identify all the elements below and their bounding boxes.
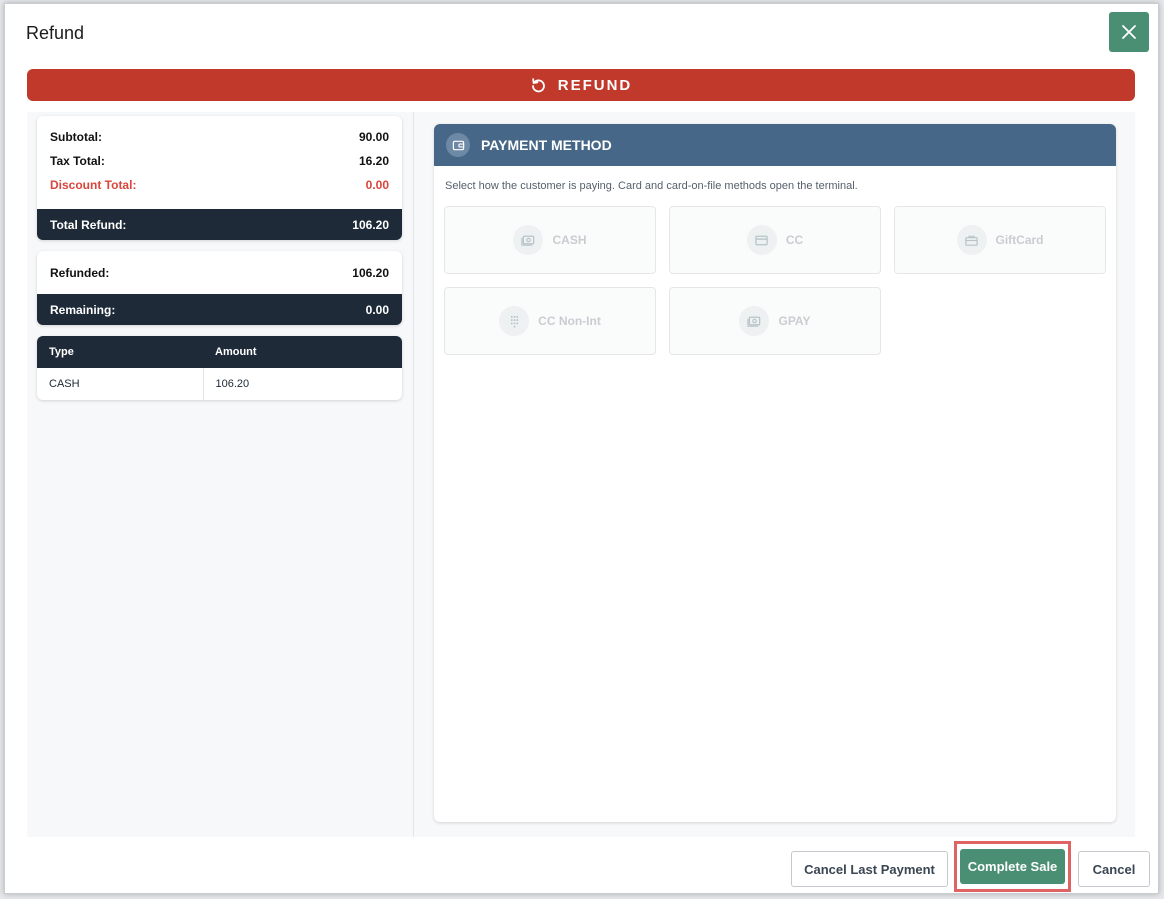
method-giftcard-button[interactable]: GiftCard — [894, 206, 1106, 274]
payment-method-hint: Select how the customer is paying. Card … — [445, 180, 858, 192]
payment-method-panel: PAYMENT METHOD Select how the customer i… — [434, 124, 1116, 822]
method-cc-non-int-label: CC Non-Int — [538, 314, 601, 328]
gift-card-icon — [965, 235, 978, 246]
method-cash-label: CASH — [552, 233, 587, 247]
payments-table-card: Type Amount CASH 106.20 — [37, 336, 402, 400]
refunded-label: Refunded: — [50, 265, 110, 280]
totals-card: Subtotal: 90.00 Tax Total: 16.20 Discoun… — [37, 116, 402, 240]
total-refund-value: 106.20 — [352, 217, 389, 232]
payments-table: Type Amount CASH 106.20 — [37, 336, 402, 400]
table-row[interactable]: CASH 106.20 — [37, 368, 402, 400]
total-refund-label: Total Refund: — [50, 217, 127, 232]
refunded-value: 106.20 — [352, 265, 389, 280]
credit-card-icon — [755, 235, 769, 245]
payment-method-title: PAYMENT METHOD — [481, 137, 612, 153]
discount-total-value: 0.00 — [365, 178, 389, 192]
payment-method-header: PAYMENT METHOD — [434, 124, 1116, 166]
discount-total-label: Discount Total: — [50, 178, 137, 192]
refund-banner-label: REFUND — [557, 76, 633, 94]
column-header-type: Type — [37, 336, 203, 368]
method-giftcard-label: GiftCard — [995, 233, 1044, 247]
subtotal-value: 90.00 — [358, 130, 389, 144]
method-cc-button[interactable]: CC — [669, 206, 881, 274]
subtotal-label: Subtotal: — [50, 130, 102, 144]
payment-amount-cell: 106.20 — [215, 378, 250, 390]
remaining-value: 0.00 — [365, 302, 389, 317]
remaining-row: Remaining: 0.00 — [37, 294, 402, 325]
modal-body: Subtotal: 90.00 Tax Total: 16.20 Discoun… — [27, 112, 1135, 837]
complete-sale-highlight: Complete Sale — [954, 841, 1071, 892]
modal-title: Refund — [26, 23, 85, 43]
close-icon — [1122, 25, 1136, 39]
method-cash-button[interactable]: CASH — [444, 206, 656, 274]
tax-total-row: Tax Total: 16.20 — [37, 149, 402, 173]
remaining-label: Remaining: — [50, 302, 116, 317]
payment-type-cell: CASH — [37, 368, 204, 400]
refund-modal: Refund REFUND Subtotal: 90.00 Tax Total:… — [4, 3, 1159, 894]
cancel-button[interactable]: Cancel — [1078, 851, 1150, 887]
balance-card: Refunded: 106.20 Remaining: 0.00 — [37, 251, 402, 325]
summary-column: Subtotal: 90.00 Tax Total: 16.20 Discoun… — [27, 112, 414, 837]
keypad-icon — [510, 315, 518, 328]
method-cc-non-int-button[interactable]: CC Non-Int — [444, 287, 656, 355]
cancel-last-payment-button[interactable]: Cancel Last Payment — [791, 851, 948, 887]
undo-icon — [531, 78, 545, 93]
subtotal-row: Subtotal: 90.00 — [37, 125, 402, 149]
cash-icon — [747, 316, 761, 327]
discount-total-row: Discount Total: 0.00 — [37, 173, 402, 197]
table-header-row: Type Amount — [37, 336, 402, 368]
refund-banner: REFUND — [27, 69, 1135, 101]
tax-total-label: Tax Total: — [50, 154, 105, 168]
close-button[interactable] — [1109, 12, 1149, 52]
column-header-amount: Amount — [203, 336, 402, 368]
method-gpay-label: GPAY — [778, 314, 811, 328]
tax-total-value: 16.20 — [358, 154, 389, 168]
refunded-row: Refunded: 106.20 — [37, 251, 402, 294]
wallet-icon — [452, 140, 464, 150]
total-refund-row: Total Refund: 106.20 — [37, 209, 402, 240]
method-cc-label: CC — [785, 233, 804, 247]
cash-icon — [521, 235, 535, 246]
method-gpay-button[interactable]: GPAY — [669, 287, 881, 355]
complete-sale-button[interactable]: Complete Sale — [960, 849, 1065, 884]
